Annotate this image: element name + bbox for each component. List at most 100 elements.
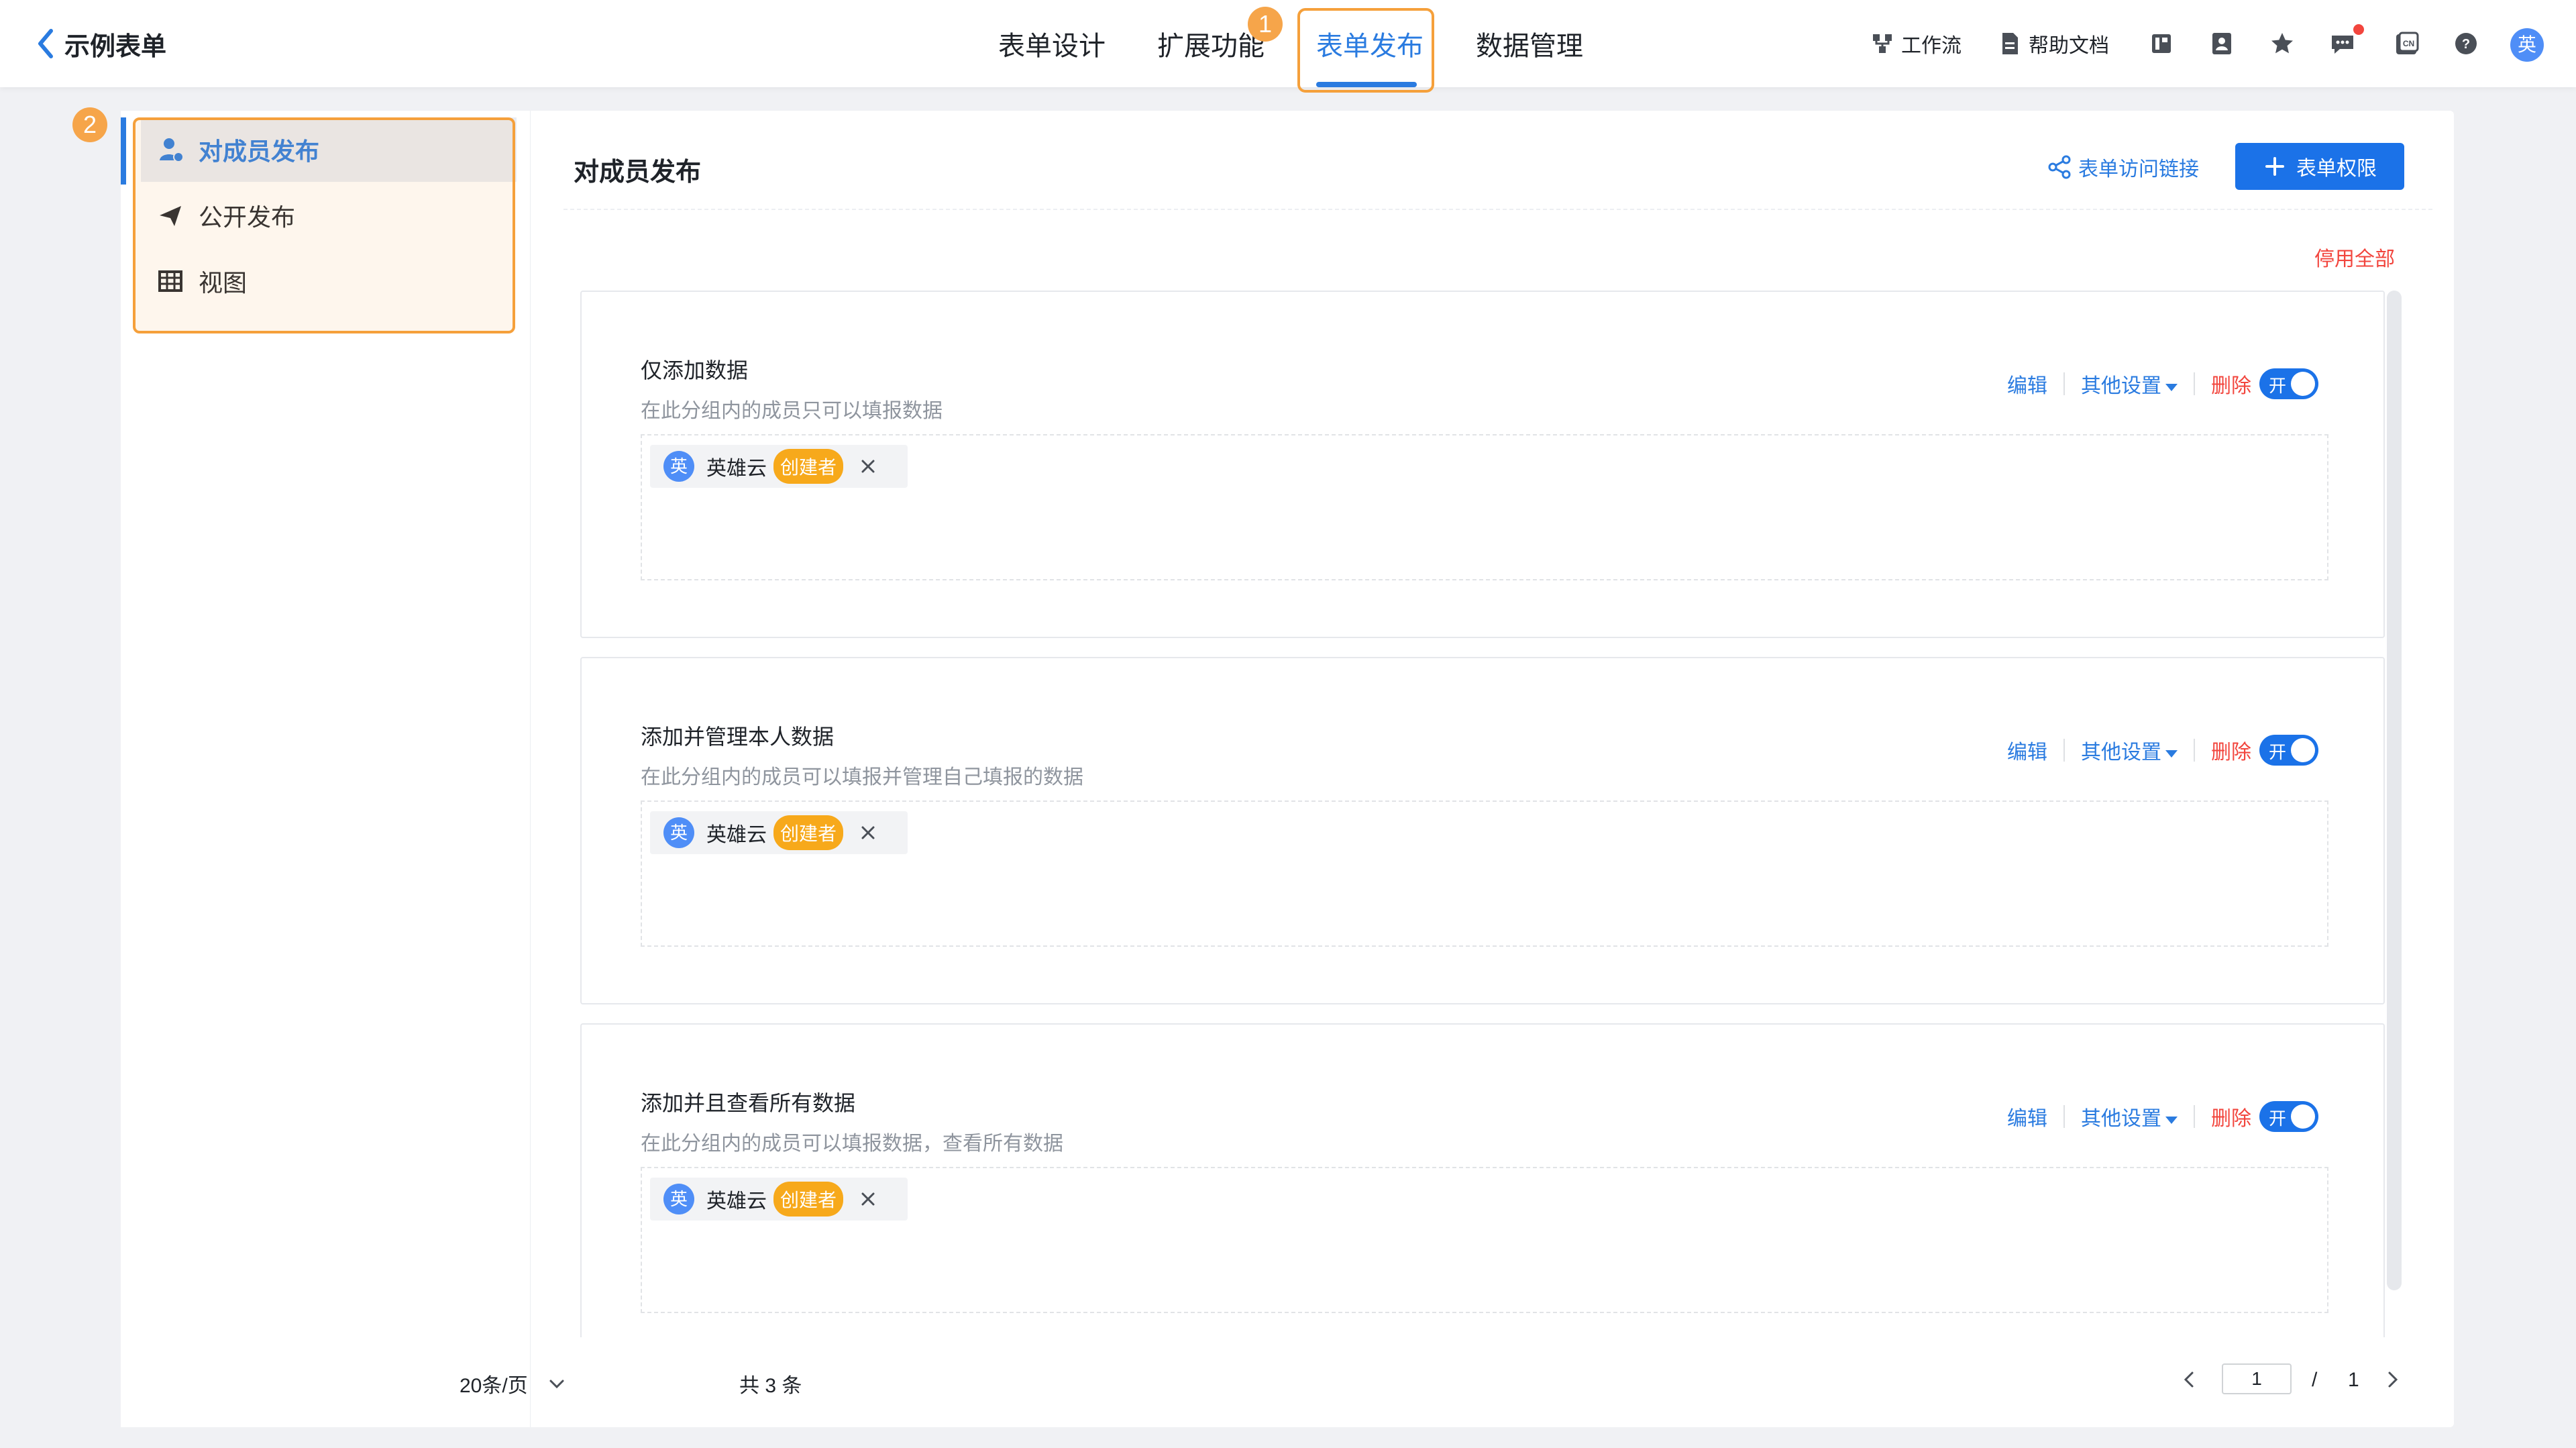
member-name: 英雄云 bbox=[706, 824, 767, 846]
scrollbar[interactable] bbox=[2387, 291, 2402, 1290]
form-title: 示例表单 bbox=[64, 32, 167, 61]
star-icon bbox=[2271, 33, 2293, 54]
table-icon bbox=[158, 270, 182, 292]
toggle-knob bbox=[2291, 1104, 2315, 1129]
close-icon[interactable] bbox=[859, 458, 877, 475]
group-description: 在此分组内的成员只可以填报数据 bbox=[641, 400, 943, 422]
step-badge-2: 2 bbox=[72, 107, 107, 142]
member-chip: 英 英雄云 创建者 bbox=[650, 1178, 908, 1221]
form-permission-label: 表单权限 bbox=[2296, 158, 2377, 180]
delete-button[interactable]: 删除 bbox=[2211, 369, 2251, 399]
divider bbox=[2063, 739, 2065, 762]
caret-down-icon bbox=[2165, 749, 2178, 758]
sidebar-item-member-publish[interactable]: 对成员发布 bbox=[141, 117, 517, 182]
divider bbox=[2194, 1105, 2195, 1128]
next-page-icon[interactable] bbox=[2379, 1366, 2406, 1393]
tab-form-design[interactable]: 表单设计 bbox=[998, 24, 1106, 63]
total-pages: 1 bbox=[2348, 1369, 2359, 1391]
group-description: 在此分组内的成员可以填报并管理自己填报的数据 bbox=[641, 766, 1083, 788]
help-doc-icon bbox=[2002, 33, 2018, 54]
layout-icon bbox=[2152, 34, 2171, 53]
close-icon[interactable] bbox=[859, 1190, 877, 1208]
close-icon[interactable] bbox=[859, 824, 877, 841]
svg-text:?: ? bbox=[2462, 37, 2470, 52]
delete-button[interactable]: 删除 bbox=[2211, 735, 2251, 765]
form-permission-button[interactable]: 表单权限 bbox=[2235, 143, 2404, 190]
page-size-value: 20条/页 bbox=[460, 1375, 528, 1397]
tab-data-management[interactable]: 数据管理 bbox=[1476, 24, 1583, 63]
page-separator: / bbox=[2312, 1369, 2318, 1391]
divider bbox=[2194, 739, 2195, 762]
edit-button[interactable]: 编辑 bbox=[2007, 1102, 2047, 1131]
header-divider bbox=[564, 209, 2432, 210]
divider bbox=[2063, 1105, 2065, 1128]
contacts-button[interactable] bbox=[2208, 27, 2235, 60]
group-title: 添加并管理本人数据 bbox=[641, 725, 835, 749]
member-select-box[interactable]: 英 英雄云 创建者 bbox=[641, 434, 2328, 580]
permission-group-card: 仅添加数据 在此分组内的成员只可以填报数据 编辑 其他设置 删除 开 英 英雄云… bbox=[580, 291, 2385, 638]
share-icon bbox=[2048, 155, 2071, 179]
user-avatar[interactable]: 英 bbox=[2510, 28, 2544, 62]
member-select-box[interactable]: 英 英雄云 创建者 bbox=[641, 800, 2328, 947]
group-actions: 编辑 其他设置 删除 开 bbox=[2007, 733, 2318, 767]
permission-group-card: 添加并且查看所有数据 在此分组内的成员可以填报数据，查看所有数据 编辑 其他设置… bbox=[580, 1023, 2385, 1337]
prev-page-icon[interactable] bbox=[2176, 1366, 2203, 1393]
other-settings-dropdown[interactable]: 其他设置 bbox=[2081, 1102, 2178, 1131]
sidebar-item-label: 视图 bbox=[199, 269, 248, 297]
creator-badge: 创建者 bbox=[773, 1182, 844, 1217]
group-enable-toggle[interactable]: 开 bbox=[2259, 368, 2318, 399]
member-avatar: 英 bbox=[663, 1184, 694, 1214]
group-description: 在此分组内的成员可以填报数据，查看所有数据 bbox=[641, 1133, 1063, 1155]
workflow-label: 工作流 bbox=[1901, 35, 1962, 57]
toggle-label: 开 bbox=[2269, 376, 2287, 396]
edit-button[interactable]: 编辑 bbox=[2007, 369, 2047, 399]
group-actions: 编辑 其他设置 删除 开 bbox=[2007, 367, 2318, 401]
send-icon bbox=[160, 206, 181, 226]
chevron-down-icon bbox=[549, 1380, 564, 1389]
group-title: 添加并且查看所有数据 bbox=[641, 1091, 856, 1115]
page-number-input[interactable] bbox=[2222, 1363, 2292, 1394]
member-chip: 英 英雄云 创建者 bbox=[650, 811, 908, 854]
back-button[interactable]: 示例表单 bbox=[34, 27, 167, 61]
delete-button[interactable]: 删除 bbox=[2211, 1102, 2251, 1131]
group-enable-toggle[interactable]: 开 bbox=[2259, 1101, 2318, 1132]
workflow-button[interactable]: 工作流 bbox=[1869, 27, 1962, 60]
sidebar-item-label: 对成员发布 bbox=[199, 138, 320, 165]
member-select-box[interactable]: 英 英雄云 创建者 bbox=[641, 1167, 2328, 1313]
toggle-knob bbox=[2291, 372, 2315, 396]
group-actions: 编辑 其他设置 删除 开 bbox=[2007, 1100, 2318, 1133]
toggle-knob bbox=[2291, 738, 2315, 762]
form-access-link-label: 表单访问链接 bbox=[2078, 158, 2199, 180]
member-avatar: 英 bbox=[663, 817, 694, 848]
divider bbox=[2194, 372, 2195, 395]
member-name: 英雄云 bbox=[706, 1190, 767, 1212]
group-title: 仅添加数据 bbox=[641, 358, 749, 382]
member-chip: 英 英雄云 创建者 bbox=[650, 445, 908, 488]
other-settings-dropdown[interactable]: 其他设置 bbox=[2081, 735, 2178, 765]
other-settings-dropdown[interactable]: 其他设置 bbox=[2081, 369, 2178, 399]
disable-all-button[interactable]: 停用全部 bbox=[2314, 242, 2395, 272]
messages-button[interactable] bbox=[2329, 27, 2356, 60]
help-docs-label: 帮助文档 bbox=[2029, 35, 2109, 57]
layout-button[interactable] bbox=[2148, 27, 2175, 60]
other-settings-label: 其他设置 bbox=[2081, 375, 2161, 397]
language-button[interactable]: CN bbox=[2394, 27, 2420, 60]
caret-down-icon bbox=[2165, 383, 2178, 391]
main-panel: 对成员发布 公开发布 视图 对成员发布 表单访问链接 表单权限 停用全部 仅添加… bbox=[121, 111, 2454, 1427]
publish-sidebar: 对成员发布 公开发布 视图 bbox=[121, 111, 531, 1427]
permission-group-card: 添加并管理本人数据 在此分组内的成员可以填报并管理自己填报的数据 编辑 其他设置… bbox=[580, 657, 2385, 1004]
divider bbox=[2063, 372, 2065, 395]
member-avatar: 英 bbox=[663, 451, 694, 482]
favorites-button[interactable] bbox=[2269, 27, 2296, 60]
other-settings-label: 其他设置 bbox=[2081, 1108, 2161, 1130]
page-size-select[interactable]: 20条/页 bbox=[460, 1369, 567, 1398]
creator-badge: 创建者 bbox=[773, 449, 844, 484]
group-enable-toggle[interactable]: 开 bbox=[2259, 735, 2318, 766]
sidebar-item-view[interactable]: 视图 bbox=[141, 249, 517, 313]
sidebar-item-public-publish[interactable]: 公开发布 bbox=[141, 183, 517, 248]
help-button[interactable]: ? bbox=[2453, 27, 2479, 60]
workflow-icon bbox=[1873, 34, 1892, 53]
edit-button[interactable]: 编辑 bbox=[2007, 735, 2047, 765]
help-docs-button[interactable]: 帮助文档 bbox=[1996, 27, 2109, 60]
form-access-link[interactable]: 表单访问链接 bbox=[2046, 152, 2199, 182]
